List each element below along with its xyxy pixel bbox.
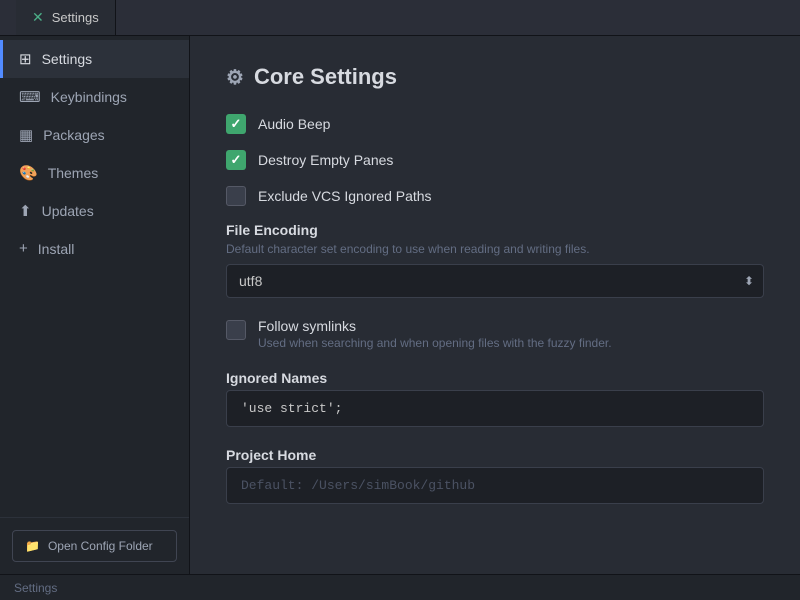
file-encoding-select[interactable]: utf8 utf-16 ascii latin1 [226,264,764,298]
exclude-vcs-checkbox[interactable] [226,186,246,206]
sidebar-item-themes[interactable]: 🎨 Themes [0,154,189,192]
destroy-empty-panes-label: Destroy Empty Panes [258,152,393,168]
settings-tab-icon: ✕ [32,9,44,26]
audio-beep-label: Audio Beep [258,116,330,132]
destroy-empty-panes-checkbox[interactable] [226,150,246,170]
sidebar-item-label: Install [38,241,75,257]
sidebar-item-settings[interactable]: ⊞ Settings [0,40,189,78]
ignored-names-label: Ignored Names [226,370,764,386]
open-config-button[interactable]: 📁 Open Config Folder [12,530,177,562]
sidebar-item-install[interactable]: + Install [0,230,189,267]
follow-symlinks-text: Follow symlinks Used when searching and … [258,318,612,350]
sidebar-item-label: Settings [42,51,93,67]
updates-icon: ⬆ [19,202,32,220]
follow-symlinks-hint: Used when searching and when opening fil… [258,336,612,350]
project-home-input[interactable] [226,467,764,504]
packages-icon: ▦ [19,126,33,144]
file-encoding-group: File Encoding Default character set enco… [226,222,764,298]
follow-symlinks-group: Follow symlinks Used when searching and … [226,318,764,350]
file-encoding-hint: Default character set encoding to use wh… [226,242,764,256]
file-encoding-label: File Encoding [226,222,764,238]
sidebar-bottom: 📁 Open Config Folder [0,517,189,574]
exclude-vcs-label: Exclude VCS Ignored Paths [258,188,432,204]
project-home-label: Project Home [226,447,764,463]
sidebar-item-label: Packages [43,127,104,143]
follow-symlinks-label: Follow symlinks [258,318,612,334]
content-area: ⚙ Core Settings Audio Beep Destroy Empty… [190,36,800,574]
gear-icon: ⚙ [226,65,244,90]
sidebar-item-packages[interactable]: ▦ Packages [0,116,189,154]
section-title: ⚙ Core Settings [226,64,764,90]
sidebar-item-label: Updates [42,203,94,219]
exclude-vcs-row: Exclude VCS Ignored Paths [226,186,764,206]
sidebar-item-label: Keybindings [51,89,127,105]
status-bar: Settings [0,574,800,600]
settings-tab-label: Settings [52,10,99,25]
settings-tab[interactable]: ✕ Settings [16,0,116,35]
main-layout: ⊞ Settings ⌨ Keybindings ▦ Packages 🎨 Th… [0,36,800,574]
settings-icon: ⊞ [19,50,32,68]
ignored-names-input[interactable] [226,390,764,427]
audio-beep-checkbox[interactable] [226,114,246,134]
sidebar-item-updates[interactable]: ⬆ Updates [0,192,189,230]
install-icon: + [19,240,28,257]
sidebar-item-keybindings[interactable]: ⌨ Keybindings [0,78,189,116]
file-encoding-select-wrapper: utf8 utf-16 ascii latin1 ⬍ [226,264,764,298]
folder-icon: 📁 [25,539,40,553]
sidebar: ⊞ Settings ⌨ Keybindings ▦ Packages 🎨 Th… [0,36,190,574]
follow-symlinks-checkbox[interactable] [226,320,246,340]
destroy-empty-panes-row: Destroy Empty Panes [226,150,764,170]
themes-icon: 🎨 [19,164,38,182]
sidebar-spacer [0,267,189,517]
status-bar-label: Settings [14,581,57,595]
sidebar-item-label: Themes [48,165,99,181]
title-bar: ✕ Settings [0,0,800,36]
audio-beep-row: Audio Beep [226,114,764,134]
ignored-names-group: Ignored Names [226,370,764,427]
keybindings-icon: ⌨ [19,88,41,106]
project-home-group: Project Home [226,447,764,504]
